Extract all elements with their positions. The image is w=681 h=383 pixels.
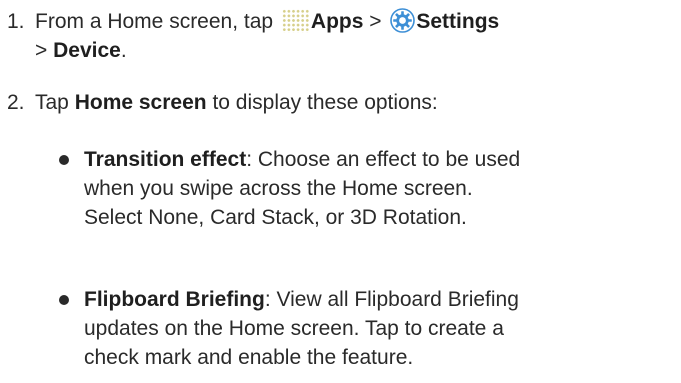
step-1-text: From a Home screen, tap Apps > Settings … (35, 7, 681, 65)
step-2-prefix: Tap (35, 91, 75, 114)
step-number: 2. (7, 91, 25, 114)
option-title: Flipboard Briefing (84, 288, 265, 311)
option-text: Transition effect: Choose an effect to b… (84, 145, 681, 232)
step-1-prefix: From a Home screen, tap (35, 10, 279, 33)
settings-gear-icon (390, 8, 416, 33)
device-label: Device (53, 39, 121, 62)
bullet-icon (59, 295, 69, 305)
apps-grid-icon (281, 9, 310, 33)
separator: > (363, 10, 388, 33)
step-2-text: Tap Home screen to display these options… (35, 88, 681, 117)
step-2-suffix: to display these options: (206, 91, 438, 114)
period: . (120, 39, 127, 62)
step-1-line-2: > Device. (35, 36, 681, 65)
option-desc: : View all Flipboard Briefing (264, 288, 519, 311)
option-line-1: Flipboard Briefing: View all Flipboard B… (84, 285, 681, 314)
apps-label: Apps (310, 10, 364, 33)
option-title: Transition effect (84, 148, 247, 171)
separator: > (35, 39, 54, 62)
home-screen-label: Home screen (74, 91, 207, 114)
bullet-icon (59, 155, 69, 165)
option-line-2: when you swipe across the Home screen. (84, 177, 473, 200)
option-line-3: check mark and enable the feature. (84, 346, 414, 369)
step-1-line-1: From a Home screen, tap Apps > Settings (35, 7, 681, 36)
option-text: Flipboard Briefing: View all Flipboard B… (84, 285, 681, 372)
settings-label: Settings (416, 10, 500, 33)
option-line-3: Select None, Card Stack, or 3D Rotation. (84, 206, 467, 229)
option-line-2: updates on the Home screen. Tap to creat… (84, 317, 504, 340)
option-line-1: Transition effect: Choose an effect to b… (84, 145, 681, 174)
step-number: 1. (7, 10, 25, 33)
option-desc: : Choose an effect to be used (246, 148, 521, 171)
